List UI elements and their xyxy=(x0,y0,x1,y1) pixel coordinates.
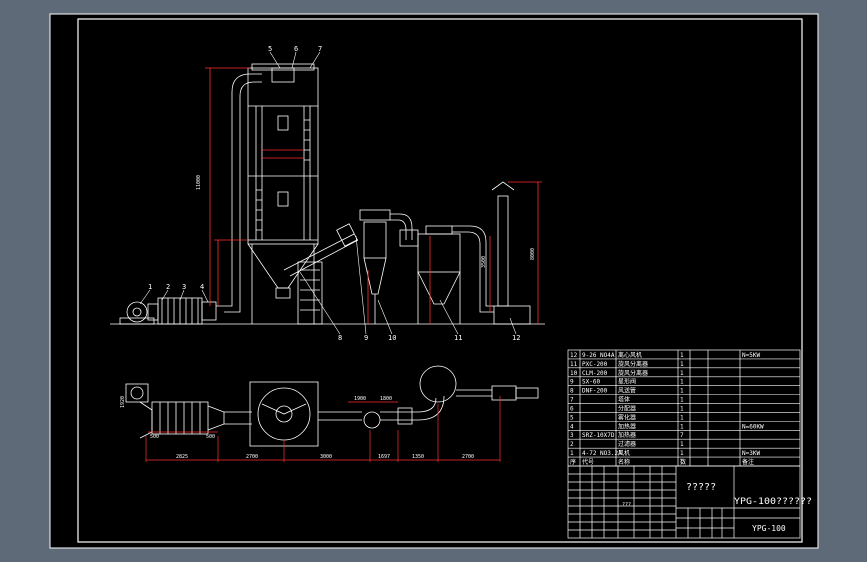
title-small-text: ??? xyxy=(622,502,631,508)
bom-cell-qty: 1 xyxy=(680,397,684,404)
bom-cell-name: 塔体 xyxy=(618,396,630,404)
bom-cell-code: PXC-200 xyxy=(582,361,608,368)
bom-cell-no: 7 xyxy=(570,397,574,404)
bom-cell-qty: 7 xyxy=(680,432,684,439)
part-number: 8 xyxy=(338,334,342,342)
bom-cell-name: 雾化器 xyxy=(618,413,636,421)
bom-cell-code: DNF-200 xyxy=(582,388,608,395)
bom-cell-qty: 1 xyxy=(680,441,684,448)
bom-cell-no: 4 xyxy=(570,423,574,430)
plan-dim: 2825 xyxy=(176,454,188,460)
bom-cell-remark: 备注 xyxy=(742,458,754,466)
cad-viewport: 11000 3500 8000 1 2 3 4 5 6 7 8 9 10 11 … xyxy=(0,0,867,562)
bom-cell-name: 星形阀 xyxy=(618,378,636,386)
title-question-marks: ????? xyxy=(686,482,716,493)
bom-cell-qty: 1 xyxy=(680,414,684,421)
part-number: 1 xyxy=(148,283,152,291)
plan-dim: 3000 xyxy=(320,454,332,460)
tower-height-dim: 11000 xyxy=(196,175,202,190)
part-number: 9 xyxy=(364,334,368,342)
drawing-code: YPG-100 xyxy=(752,524,786,533)
plan-dim: 1920 xyxy=(120,396,126,408)
part-number: 4 xyxy=(200,283,204,291)
bom-cell-name: 旋风分离器 xyxy=(618,369,648,377)
plan-dim: 2700 xyxy=(246,454,258,460)
part-number: 7 xyxy=(318,45,322,53)
bom-cell-no: 10 xyxy=(570,370,578,377)
drawing-sheet xyxy=(49,13,819,549)
bom-cell-name: 过滤器 xyxy=(618,440,636,448)
bom-cell-code: 4-72 NO3.2A xyxy=(582,450,622,457)
bom-cell-no: 3 xyxy=(570,432,574,439)
plan-dim: 1350 xyxy=(412,454,424,460)
bom-cell-no: 8 xyxy=(570,388,574,395)
plan-dim: 1697 xyxy=(378,454,390,460)
cad-drawing: 11000 3500 8000 1 2 3 4 5 6 7 8 9 10 11 … xyxy=(49,13,819,549)
bom-cell-no: 11 xyxy=(570,361,578,368)
bom-cell-no: 6 xyxy=(570,405,574,412)
part-number: 11 xyxy=(454,334,462,342)
plan-dim: 1900 xyxy=(354,396,366,402)
bom-cell-no: 序 xyxy=(570,458,576,466)
bom-cell-qty: 1 xyxy=(680,450,684,457)
plan-dim: 500 xyxy=(150,434,159,440)
bom-cell-name: 加热器 xyxy=(618,422,636,430)
bom-cell-name: 风送管 xyxy=(618,387,636,395)
bom-cell-no: 2 xyxy=(570,441,574,448)
bom-cell-name: 加热器 xyxy=(618,431,636,439)
stack-height-dim: 8000 xyxy=(530,248,536,260)
bom-cell-code: CLM-200 xyxy=(582,370,608,377)
bom-cell-name: 风机 xyxy=(618,449,630,457)
bom-cell-qty: 1 xyxy=(680,388,684,395)
bom-cell-code: SX-60 xyxy=(582,379,600,386)
plan-dim: 1800 xyxy=(380,396,392,402)
bom-cell-name: 名称 xyxy=(618,458,630,466)
bom-cell-name: 离心风机 xyxy=(618,351,642,359)
plan-dim: 500 xyxy=(206,434,215,440)
drawing-title: YPG-100?????? xyxy=(734,497,812,507)
part-number: 2 xyxy=(166,283,170,291)
bom-cell-qty: 1 xyxy=(680,361,684,368)
bom-cell-qty: 1 xyxy=(680,379,684,386)
part-number: 5 xyxy=(268,45,272,53)
bom-cell-qty: 1 xyxy=(680,370,684,377)
part-number: 6 xyxy=(294,45,298,53)
part-number: 10 xyxy=(388,334,396,342)
cyclone-height-dim: 3500 xyxy=(481,256,487,268)
bom-cell-qty: 1 xyxy=(680,405,684,412)
bom-cell-code: 9-26 NO4A xyxy=(582,352,615,359)
bom-cell-remark: N=3KW xyxy=(742,450,760,457)
bom-cell-remark: N=5KW xyxy=(742,352,760,359)
part-number: 12 xyxy=(512,334,520,342)
bom-cell-code: SRZ-10X7D xyxy=(582,432,615,439)
part-number: 3 xyxy=(182,283,186,291)
bom-cell-name: 旋风分离器 xyxy=(618,360,648,368)
bom-cell-code: 代号 xyxy=(582,458,594,466)
bom-cell-name: 分配器 xyxy=(618,404,636,412)
bom-cell-no: 12 xyxy=(570,352,578,359)
bom-cell-qty: 数 xyxy=(680,458,686,466)
bom-cell-no: 9 xyxy=(570,379,574,386)
bom-cell-remark: N=60KW xyxy=(742,423,764,430)
bom-cell-no: 5 xyxy=(570,414,574,421)
bom-cell-qty: 1 xyxy=(680,352,684,359)
bom-cell-qty: 1 xyxy=(680,423,684,430)
plan-dim: 2700 xyxy=(462,454,474,460)
bom-cell-no: 1 xyxy=(570,450,574,457)
